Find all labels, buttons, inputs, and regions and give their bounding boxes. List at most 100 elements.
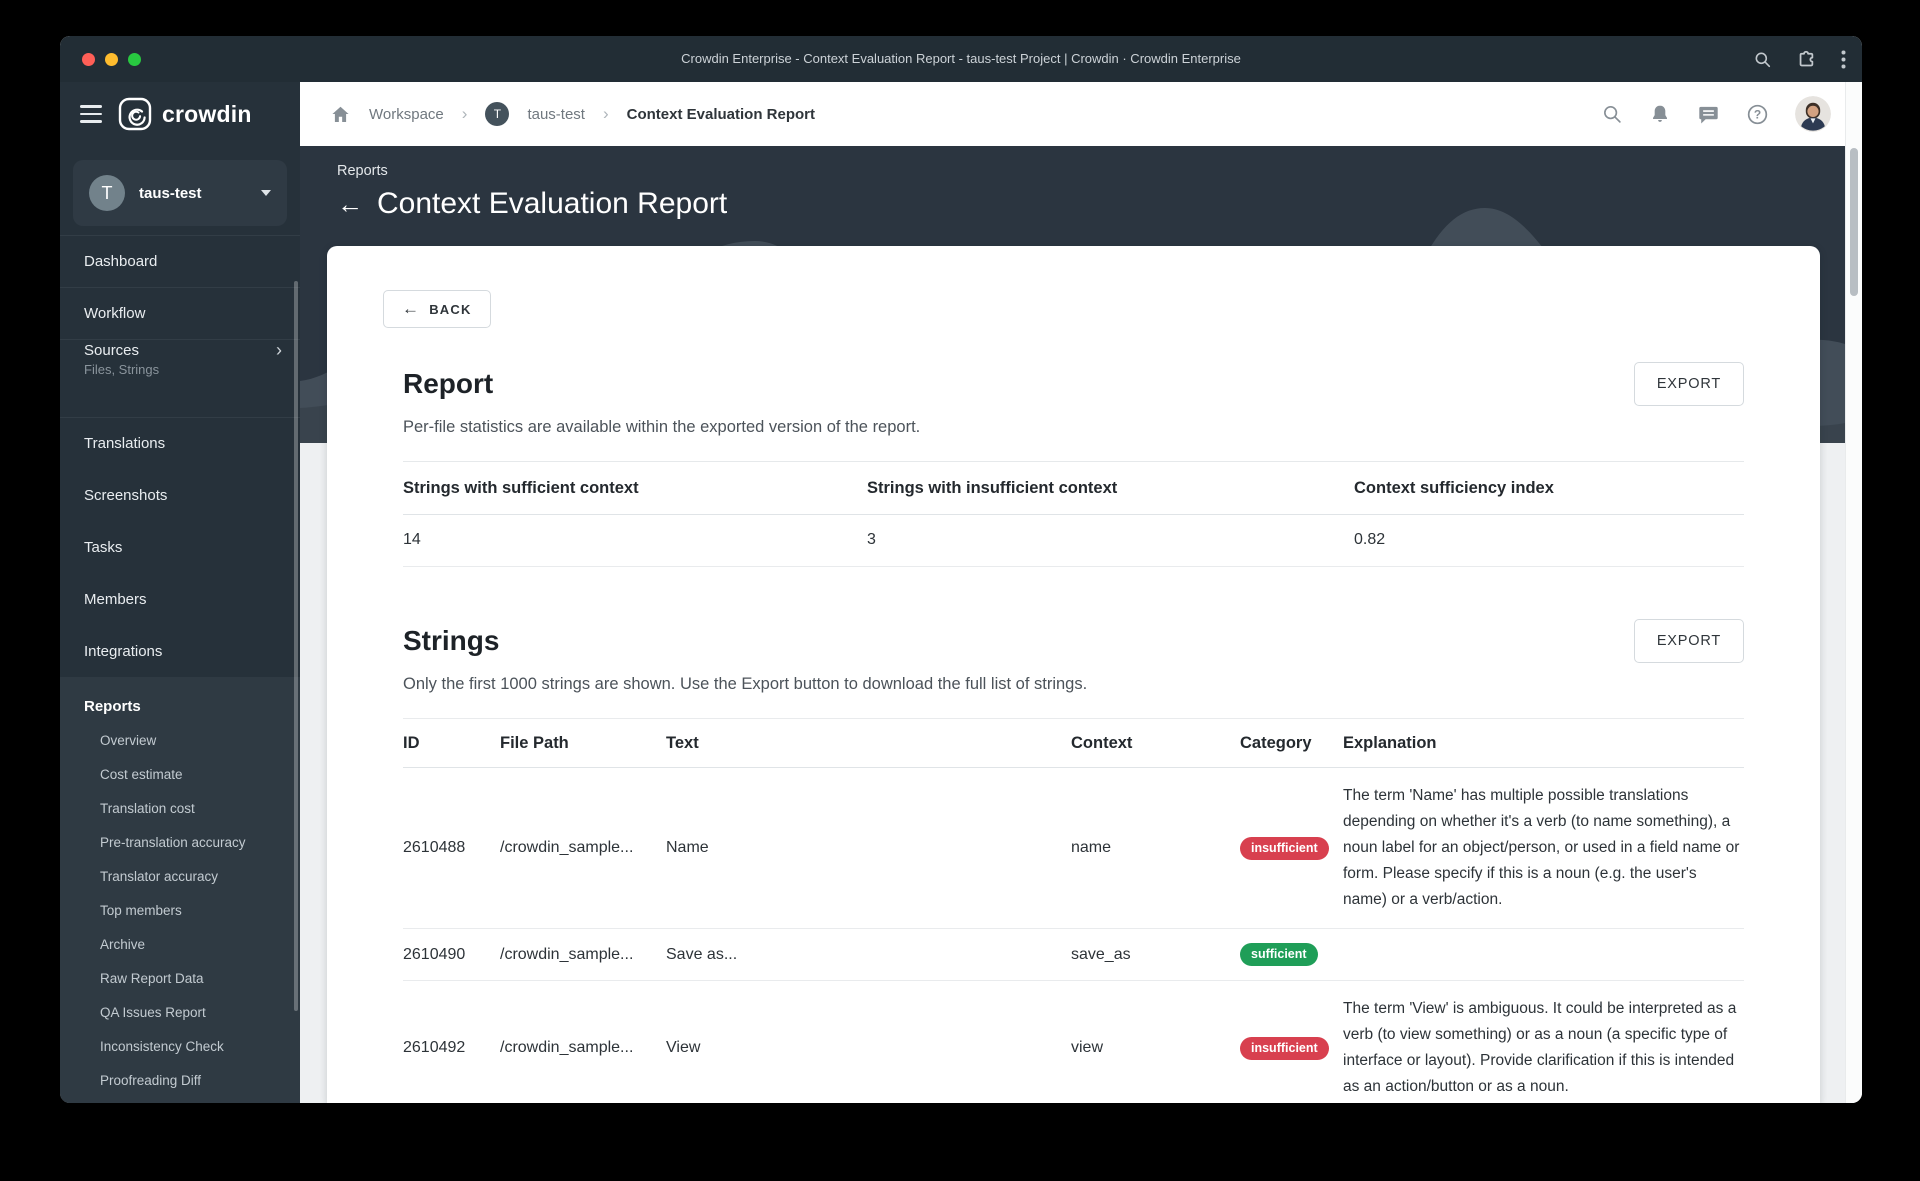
stats-value-index: 0.82 [1354,514,1744,567]
stats-value-insufficient: 3 [867,514,1354,567]
page-scrollbar[interactable] [1845,82,1862,1103]
table-row: 2610492 /crowdin_sample... View view ins… [403,980,1744,1103]
sidebar-item-screenshots[interactable]: Screenshots [60,469,300,521]
sidebar-item-dashboard[interactable]: Dashboard [60,235,300,287]
sidebar-item-integrations[interactable]: Integrations [60,625,300,677]
report-section-subtitle: Per-file statistics are available within… [403,418,921,436]
page-title: Context Evaluation Report [377,187,728,220]
chevron-right-icon: › [602,104,609,123]
category-badge: insufficient [1240,836,1329,860]
table-row: 2610490 /crowdin_sample... Save as... sa… [403,928,1744,981]
string-file-path: /crowdin_sample... [500,767,666,929]
sidebar-item-cost-estimate[interactable]: Cost estimate [60,757,300,791]
sidebar-item-pre-translation-accuracy[interactable]: Pre-translation accuracy [60,825,300,859]
string-context: view [1071,980,1240,1103]
string-context: name [1071,767,1240,929]
strings-header-file-path: File Path [500,718,666,768]
category-badge: insufficient [1240,1036,1329,1060]
strings-header-category: Category [1240,718,1343,768]
sidebar-reports-section: Reports Overview Cost estimate Translati… [60,677,300,1103]
sidebar-item-raw-report-data[interactable]: Raw Report Data [60,961,300,995]
sidebar-item-sources-sublabel: Files, Strings [84,362,160,377]
project-selector-name: taus-test [139,184,202,202]
browser-search-icon[interactable] [1753,50,1772,69]
browser-tab-title: Crowdin Enterprise - Context Evaluation … [681,51,1241,66]
breadcrumb-current: Context Evaluation Report [626,105,815,123]
breadcrumb: Workspace › T taus-test › Context Evalua… [330,102,1601,126]
browser-titlebar: Crowdin Enterprise - Context Evaluation … [60,36,1862,82]
string-explanation [1343,928,1744,981]
strings-header-explanation: Explanation [1343,718,1744,768]
report-export-button[interactable]: EXPORT [1633,362,1744,406]
home-icon[interactable] [330,104,351,125]
hamburger-menu-icon[interactable] [80,105,102,123]
chevron-right-icon: › [461,104,468,123]
help-icon[interactable]: ? [1746,103,1769,126]
back-button[interactable]: ← BACK [383,290,491,328]
stats-header-sufficient: Strings with sufficient context [403,461,867,515]
stats-row: 14 3 0.82 [403,514,1744,567]
stats-header-index: Context sufficiency index [1354,461,1744,515]
crowdin-wordmark: crowdin [162,100,252,127]
string-context: save_as [1071,928,1240,981]
svg-text:?: ? [1754,107,1761,121]
sidebar-item-qa-issues-report[interactable]: QA Issues Report [60,995,300,1029]
string-text: Name [666,767,1071,929]
sidebar-scrollbar[interactable] [294,281,298,1011]
stats-header-insufficient: Strings with insufficient context [867,461,1354,515]
string-id: 2610490 [403,928,500,981]
sidebar-item-top-members[interactable]: Top members [60,893,300,927]
page-back-arrow-icon[interactable]: ← [337,191,363,217]
report-card: ← BACK Report EXPORT Per-file statistics… [327,246,1820,1103]
sidebar-item-translator-accuracy[interactable]: Translator accuracy [60,859,300,893]
extensions-icon[interactable] [1796,49,1817,70]
sidebar-item-inconsistency-check[interactable]: Inconsistency Check [60,1029,300,1063]
sidebar-item-proofreading-diff[interactable]: Proofreading Diff [60,1063,300,1097]
string-explanation: The term 'View' is ambiguous. It could b… [1343,980,1744,1103]
sidebar-item-sources[interactable]: Sources › Files, Strings [60,339,300,417]
report-stats-table: Strings with sufficient context Strings … [403,461,1744,567]
sidebar-item-overview[interactable]: Overview [60,723,300,757]
page-scrollbar-thumb[interactable] [1850,148,1858,296]
string-text: View [666,980,1071,1103]
sidebar: crowdin T taus-test Dashboard Workflow S… [60,82,300,1103]
project-selector-avatar: T [89,175,125,211]
string-file-path: /crowdin_sample... [500,928,666,981]
strings-table: ID File Path Text Context Category Expla… [403,718,1744,1103]
chevron-right-icon: › [276,340,282,360]
sidebar-item-translations[interactable]: Translations [60,417,300,469]
crowdin-logo-icon [118,97,152,131]
back-arrow-icon: ← [402,299,421,318]
sidebar-item-workflow[interactable]: Workflow [60,287,300,339]
string-id: 2610492 [403,980,500,1103]
crowdin-logo[interactable]: crowdin [118,97,252,131]
project-avatar: T [485,102,510,126]
sidebar-item-tasks[interactable]: Tasks [60,521,300,573]
sidebar-item-translation-cost[interactable]: Translation cost [60,791,300,825]
string-file-path: /crowdin_sample... [500,980,666,1103]
strings-header-id: ID [403,718,500,768]
sidebar-item-archive[interactable]: Archive [60,927,300,961]
messages-icon[interactable] [1697,103,1720,126]
notifications-bell-icon[interactable] [1649,103,1671,125]
breadcrumb-workspace[interactable]: Workspace [369,106,444,123]
breadcrumb-bar: Workspace › T taus-test › Context Evalua… [300,82,1845,146]
sidebar-item-reports[interactable]: Reports [60,689,300,723]
stats-value-sufficient: 14 [403,514,867,567]
browser-menu-icon[interactable] [1841,50,1846,69]
report-section-title: Report [403,368,494,399]
browser-window: Crowdin Enterprise - Context Evaluation … [60,36,1862,1103]
string-id: 2610488 [403,767,500,929]
user-avatar[interactable] [1795,96,1831,132]
sidebar-item-members[interactable]: Members [60,573,300,625]
strings-export-button[interactable]: EXPORT [1633,619,1744,663]
strings-section-title: Strings [403,625,500,656]
string-text: Save as... [666,928,1071,981]
category-badge: sufficient [1240,943,1318,966]
breadcrumb-project[interactable]: taus-test [527,106,585,123]
strings-header-context: Context [1071,718,1240,768]
table-row: 2610488 /crowdin_sample... Name name ins… [403,767,1744,929]
project-selector[interactable]: T taus-test [73,160,287,226]
search-icon[interactable] [1601,103,1623,125]
strings-section-subtitle: Only the first 1000 strings are shown. U… [403,675,1088,693]
